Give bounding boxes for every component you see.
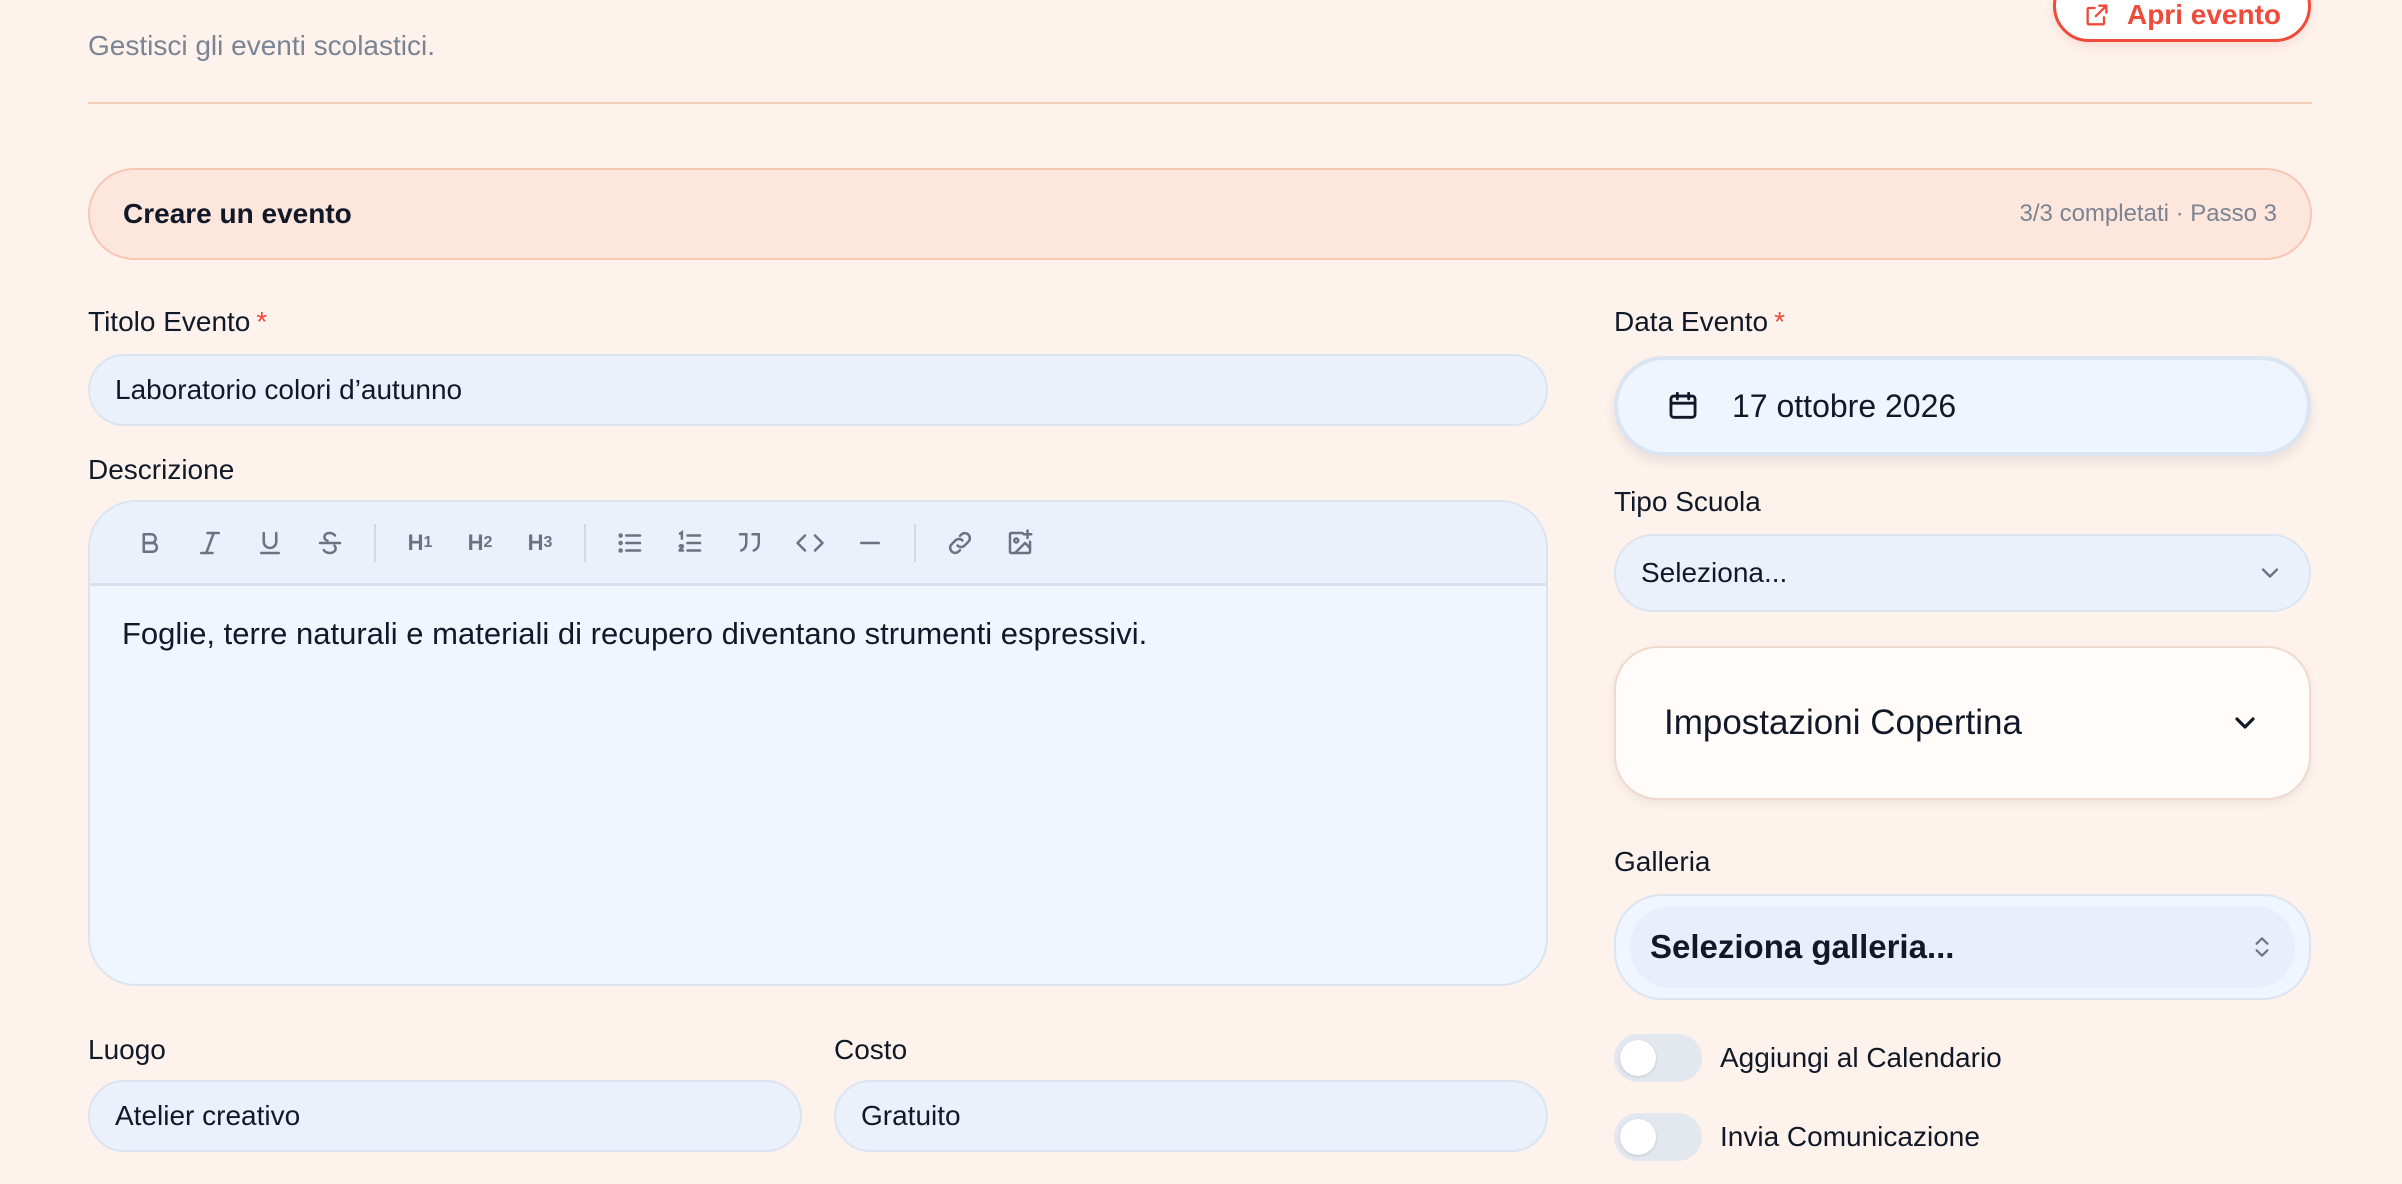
editor-toolbar: H1 H2 H3 [90,502,1546,586]
location-input[interactable]: Atelier creativo [88,1080,802,1152]
heading3-label: H [527,529,544,555]
school-type-value: Seleziona... [1641,557,1788,588]
date-picker[interactable]: 17 ottobre 2026 [1614,356,2311,456]
horizontal-rule-icon [860,541,880,544]
bold-button[interactable] [120,513,180,573]
editor-content[interactable]: Foglie, terre naturali e materiali di re… [90,586,1546,682]
chevron-down-icon [2235,717,2255,729]
school-type-label: Tipo Scuola [1614,486,1761,517]
image-button[interactable] [990,513,1050,573]
add-image-icon [1008,528,1033,554]
toolbar-divider [914,523,916,562]
ordered-list-icon [678,529,702,552]
heading2-label: H [467,529,484,555]
title-input[interactable]: Laboratorio colori d’autunno [88,354,1548,426]
code-icon [796,533,824,552]
calendar-toggle-row: Aggiungi al Calendario [1614,1034,2002,1082]
calendar-icon [1669,391,1697,419]
external-link-icon [2086,4,2108,26]
bullet-list-icon [618,532,642,553]
required-mark: * [1774,306,1786,337]
school-type-select[interactable]: Seleziona... [1614,534,2311,612]
blockquote-button[interactable] [720,513,780,573]
gallery-label: Galleria [1614,846,1711,877]
title-input-value: Laboratorio colori d’autunno [115,374,463,405]
description-editor[interactable]: H1 H2 H3 Foglie, terre naturali e materi… [88,500,1548,986]
gallery-select-inner[interactable]: Seleziona galleria... [1630,906,2295,988]
cost-input[interactable]: Gratuito [834,1080,1548,1152]
italic-button[interactable] [180,513,240,573]
toolbar-divider [374,523,376,562]
heading3-button[interactable]: H3 [510,513,570,573]
toolbar-divider [584,523,586,562]
underline-button[interactable] [240,513,300,573]
underline-icon [260,531,280,554]
gallery-select[interactable]: Seleziona galleria... [1614,894,2311,1000]
title-label: Titolo Evento * [88,306,267,338]
date-value: 17 ottobre 2026 [1732,387,1957,424]
page-subtitle: Gestisci gli eventi scolastici. [88,30,436,61]
location-input-value: Atelier creativo [115,1100,301,1131]
heading1-label: H [407,529,424,555]
required-mark: * [256,306,268,337]
open-event-button[interactable]: Apri evento [2053,0,2311,42]
cost-label: Costo [834,1034,908,1065]
step-title: Creare un evento [123,198,352,229]
toggle-knob [1620,1040,1656,1076]
strikethrough-icon [318,531,342,554]
description-label: Descrizione [88,454,235,485]
bold-icon [142,532,159,553]
calendar-toggle[interactable] [1614,1034,1702,1082]
cost-input-value: Gratuito [861,1100,961,1131]
toggle-knob [1620,1119,1656,1155]
notify-toggle-label: Invia Comunicazione [1720,1121,1980,1152]
heading3-level: 3 [543,533,553,551]
horizontal-rule-button[interactable] [840,513,900,573]
title-label-text: Titolo Evento [88,306,251,337]
chevron-down-icon [2261,568,2279,578]
bullet-list-button[interactable] [600,513,660,573]
notify-toggle[interactable] [1614,1113,1702,1161]
quote-icon [738,532,760,552]
header-divider [88,102,2312,104]
ordered-list-button[interactable] [660,513,720,573]
date-label: Data Evento * [1614,306,1785,338]
chevron-up-down-icon [2255,937,2269,957]
strikethrough-button[interactable] [300,513,360,573]
heading2-button[interactable]: H2 [450,513,510,573]
location-label: Luogo [88,1034,166,1065]
code-button[interactable] [780,513,840,573]
link-button[interactable] [930,513,990,573]
heading2-level: 2 [483,533,493,551]
heading1-button[interactable]: H1 [390,513,450,573]
step-banner: Creare un evento 3/3 completati · Passo … [88,168,2312,260]
step-status: 3/3 completati · Passo 3 [2019,200,2277,227]
link-icon [948,531,972,554]
open-event-label: Apri evento [2126,0,2282,30]
cover-settings-accordion[interactable]: Impostazioni Copertina [1614,646,2311,800]
cover-settings-title: Impostazioni Copertina [1664,703,2022,742]
calendar-toggle-label: Aggiungi al Calendario [1720,1042,2002,1073]
notify-toggle-row: Invia Comunicazione [1614,1113,1980,1161]
date-label-text: Data Evento [1614,306,1769,337]
gallery-value: Seleziona galleria... [1650,928,1955,965]
heading1-level: 1 [423,533,433,551]
italic-icon [200,531,220,554]
